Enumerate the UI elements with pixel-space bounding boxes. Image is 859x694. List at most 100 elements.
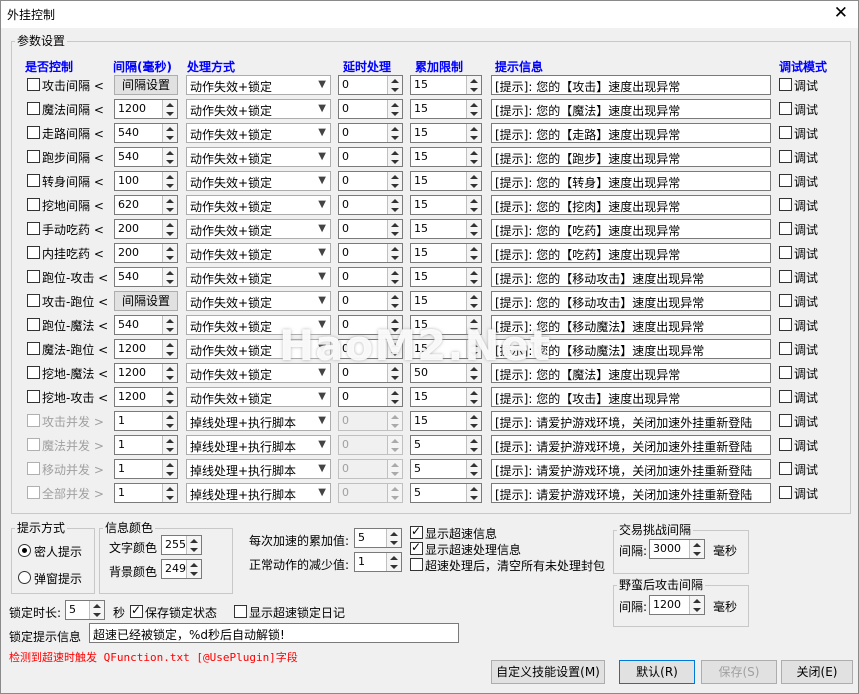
save-button[interactable]: 保存(S) bbox=[701, 660, 777, 684]
tip-input[interactable]: [提示]: 请爱护游戏环境，关闭加速外挂重新登陆 bbox=[491, 483, 771, 503]
debug-checkbox[interactable] bbox=[779, 438, 792, 451]
spinner-arrows-icon[interactable] bbox=[466, 436, 481, 454]
interval-spinner[interactable]: 540 bbox=[114, 267, 178, 287]
spinner-arrows-icon[interactable] bbox=[387, 388, 402, 406]
chevron-down-icon[interactable]: ▼ bbox=[318, 247, 326, 258]
spinner-arrows-icon[interactable] bbox=[387, 124, 402, 142]
tip-input[interactable]: [提示]: 请爱护游戏环境，关闭加速外挂重新登陆 bbox=[491, 411, 771, 431]
spinner-arrows-icon[interactable] bbox=[466, 268, 481, 286]
spinner-arrows-icon[interactable] bbox=[386, 529, 401, 547]
limit-spinner[interactable]: 15 bbox=[410, 147, 482, 167]
chevron-down-icon[interactable]: ▼ bbox=[318, 127, 326, 138]
control-checkbox[interactable] bbox=[27, 126, 40, 139]
control-checkbox[interactable] bbox=[27, 102, 40, 115]
control-checkbox[interactable] bbox=[27, 174, 40, 187]
interval-spinner[interactable]: 1200 bbox=[114, 339, 178, 359]
lock-duration-spinner[interactable]: 5 bbox=[65, 600, 105, 620]
clear-packets-checkbox[interactable] bbox=[410, 558, 423, 571]
chevron-down-icon[interactable]: ▼ bbox=[318, 439, 326, 450]
tip-input[interactable]: [提示]: 您的【跑步】速度出现异常 bbox=[491, 147, 771, 167]
spinner-arrows-icon[interactable] bbox=[689, 540, 704, 558]
spinner-arrows-icon[interactable] bbox=[387, 292, 402, 310]
spinner-arrows-icon[interactable] bbox=[162, 124, 177, 142]
chevron-down-icon[interactable]: ▼ bbox=[318, 79, 326, 90]
control-checkbox[interactable] bbox=[27, 366, 40, 379]
close-icon[interactable]: ✕ bbox=[834, 3, 848, 23]
debug-checkbox[interactable] bbox=[779, 318, 792, 331]
limit-spinner[interactable]: 5 bbox=[410, 435, 482, 455]
debug-checkbox[interactable] bbox=[779, 102, 792, 115]
spinner-arrows-icon[interactable] bbox=[387, 484, 402, 502]
interval-spinner[interactable]: 540 bbox=[114, 123, 178, 143]
control-checkbox[interactable] bbox=[27, 486, 40, 499]
interval-spinner[interactable]: 1200 bbox=[114, 99, 178, 119]
chevron-down-icon[interactable]: ▼ bbox=[318, 223, 326, 234]
method-select[interactable]: 动作失效+锁定 ▼ bbox=[186, 75, 331, 95]
control-checkbox[interactable] bbox=[27, 462, 40, 475]
show-speed-info-checkbox[interactable] bbox=[410, 524, 423, 539]
method-select[interactable]: 掉线处理+执行脚本 ▼ bbox=[186, 459, 331, 479]
spinner-arrows-icon[interactable] bbox=[387, 460, 402, 478]
method-select[interactable]: 动作失效+锁定 ▼ bbox=[186, 219, 331, 239]
spinner-arrows-icon[interactable] bbox=[466, 388, 481, 406]
debug-checkbox[interactable] bbox=[779, 174, 792, 187]
limit-spinner[interactable]: 5 bbox=[410, 459, 482, 479]
delay-spinner[interactable]: 0 bbox=[338, 387, 403, 407]
delay-spinner[interactable]: 0 bbox=[338, 435, 403, 455]
limit-spinner[interactable]: 15 bbox=[410, 123, 482, 143]
delay-spinner[interactable]: 0 bbox=[338, 243, 403, 263]
delay-spinner[interactable]: 0 bbox=[338, 75, 403, 95]
spinner-arrows-icon[interactable] bbox=[162, 340, 177, 358]
spinner-arrows-icon[interactable] bbox=[162, 268, 177, 286]
debug-checkbox[interactable] bbox=[779, 126, 792, 139]
limit-spinner[interactable]: 15 bbox=[410, 411, 482, 431]
control-checkbox[interactable] bbox=[27, 342, 40, 355]
chevron-down-icon[interactable]: ▼ bbox=[318, 415, 326, 426]
spinner-arrows-icon[interactable] bbox=[162, 412, 177, 430]
method-select[interactable]: 动作失效+锁定 ▼ bbox=[186, 147, 331, 167]
spinner-arrows-icon[interactable] bbox=[387, 196, 402, 214]
spinner-arrows-icon[interactable] bbox=[466, 124, 481, 142]
spinner-arrows-icon[interactable] bbox=[162, 436, 177, 454]
tip-input[interactable]: [提示]: 您的【走路】速度出现异常 bbox=[491, 123, 771, 143]
chevron-down-icon[interactable]: ▼ bbox=[318, 295, 326, 306]
debug-checkbox[interactable] bbox=[779, 486, 792, 499]
spinner-arrows-icon[interactable] bbox=[186, 560, 201, 578]
debug-checkbox[interactable] bbox=[779, 366, 792, 379]
spinner-arrows-icon[interactable] bbox=[162, 148, 177, 166]
limit-spinner[interactable]: 15 bbox=[410, 267, 482, 287]
text-color-spinner[interactable]: 255 bbox=[161, 535, 202, 555]
limit-spinner[interactable]: 15 bbox=[410, 387, 482, 407]
tip-input[interactable]: [提示]: 您的【吃药】速度出现异常 bbox=[491, 219, 771, 239]
spinner-arrows-icon[interactable] bbox=[89, 601, 104, 619]
interval-spinner[interactable]: 540 bbox=[114, 315, 178, 335]
chevron-down-icon[interactable]: ▼ bbox=[318, 199, 326, 210]
interval-spinner[interactable]: 1 bbox=[114, 483, 178, 503]
delay-spinner[interactable]: 0 bbox=[338, 123, 403, 143]
control-checkbox[interactable] bbox=[27, 78, 40, 91]
spinner-arrows-icon[interactable] bbox=[466, 412, 481, 430]
chevron-down-icon[interactable]: ▼ bbox=[318, 487, 326, 498]
limit-spinner[interactable]: 15 bbox=[410, 75, 482, 95]
control-checkbox[interactable] bbox=[27, 198, 40, 211]
spinner-arrows-icon[interactable] bbox=[466, 484, 481, 502]
spinner-arrows-icon[interactable] bbox=[466, 148, 481, 166]
radio-secret-prompt[interactable] bbox=[18, 544, 31, 557]
tip-input[interactable]: [提示]: 您的【移动攻击】速度出现异常 bbox=[491, 291, 771, 311]
interval-spinner[interactable]: 100 bbox=[114, 171, 178, 191]
debug-checkbox[interactable] bbox=[779, 198, 792, 211]
debug-checkbox[interactable] bbox=[779, 270, 792, 283]
interval-settings-button[interactable]: 间隔设置 bbox=[114, 291, 178, 311]
method-select[interactable]: 动作失效+锁定 ▼ bbox=[186, 267, 331, 287]
delay-spinner[interactable]: 0 bbox=[338, 195, 403, 215]
limit-spinner[interactable]: 5 bbox=[410, 483, 482, 503]
delay-spinner[interactable]: 0 bbox=[338, 219, 403, 239]
delay-spinner[interactable]: 0 bbox=[338, 147, 403, 167]
debug-checkbox[interactable] bbox=[779, 462, 792, 475]
method-select[interactable]: 动作失效+锁定 ▼ bbox=[186, 195, 331, 215]
spinner-arrows-icon[interactable] bbox=[387, 148, 402, 166]
spinner-arrows-icon[interactable] bbox=[689, 596, 704, 614]
delay-spinner[interactable]: 0 bbox=[338, 267, 403, 287]
chevron-down-icon[interactable]: ▼ bbox=[318, 271, 326, 282]
method-select[interactable]: 掉线处理+执行脚本 ▼ bbox=[186, 483, 331, 503]
